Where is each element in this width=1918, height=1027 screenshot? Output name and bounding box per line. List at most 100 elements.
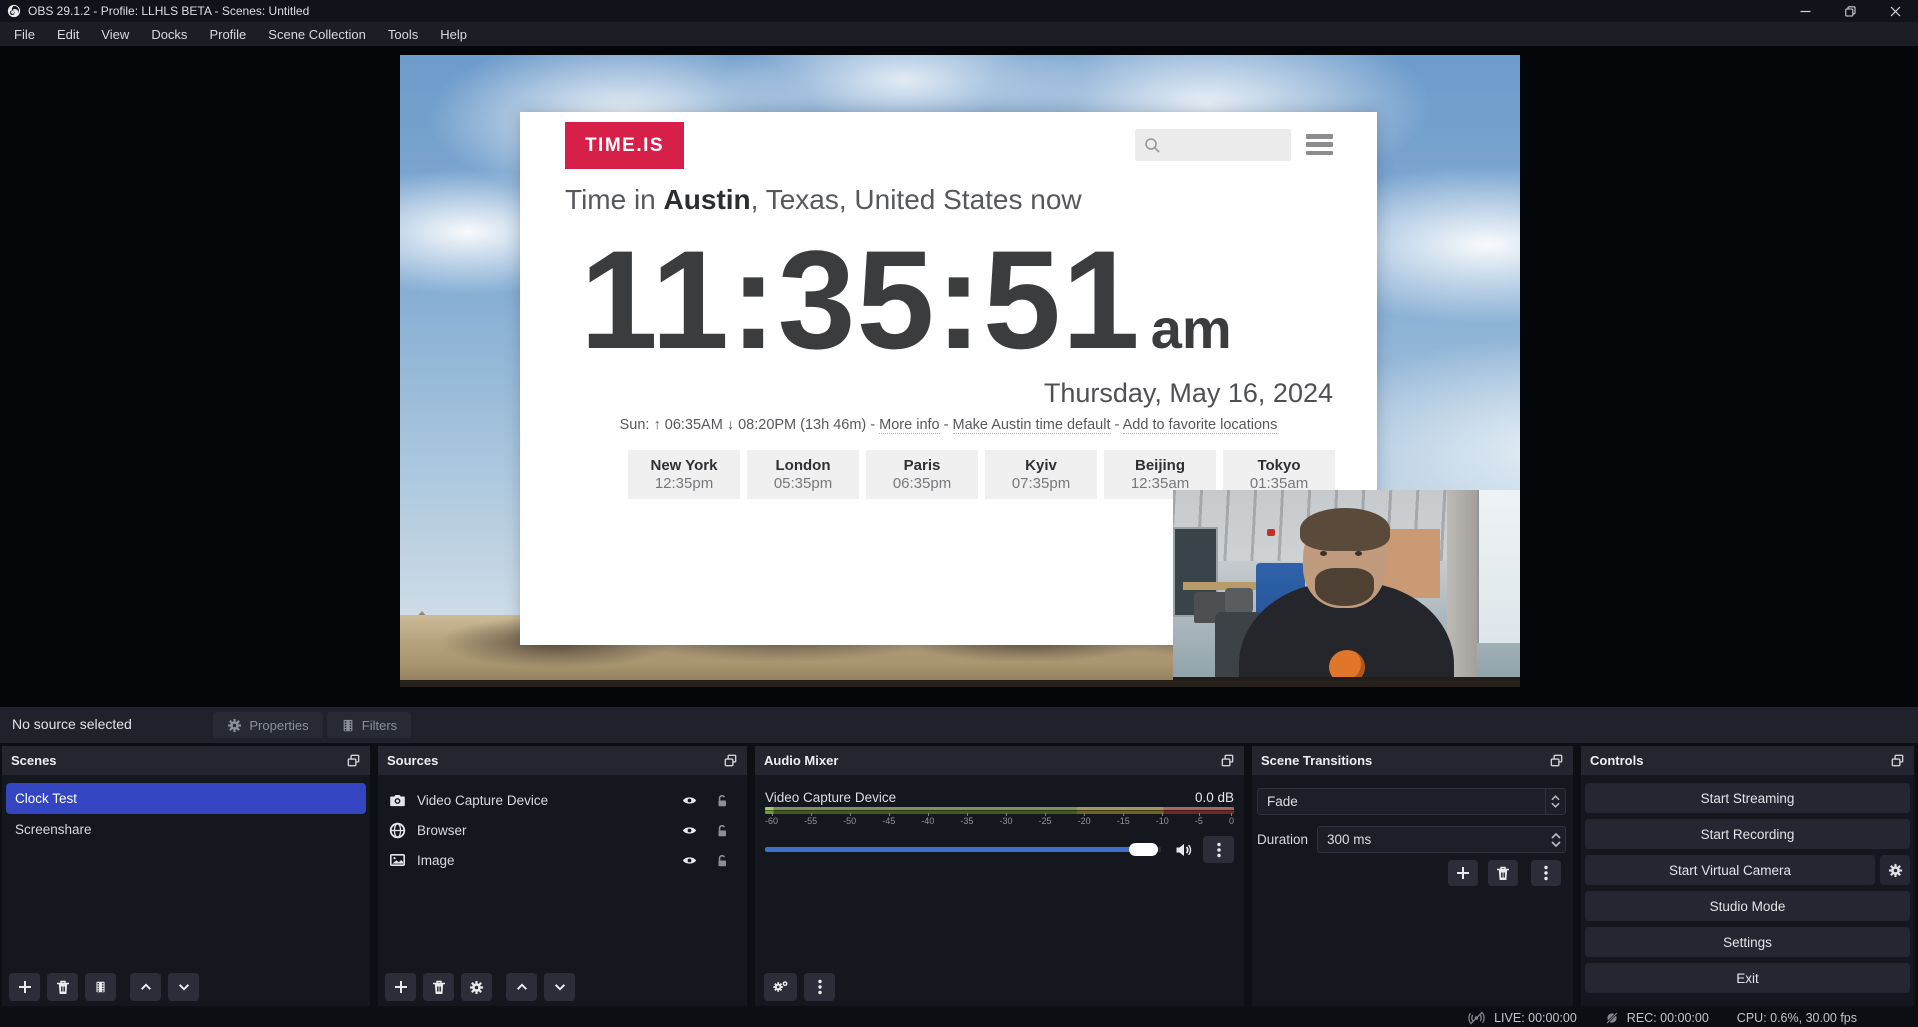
- city-box: New York12:35pm: [628, 450, 740, 499]
- eye-icon[interactable]: [681, 823, 698, 838]
- mixer-channel-menu-button[interactable]: [1203, 836, 1234, 863]
- exit-button[interactable]: Exit: [1585, 963, 1910, 993]
- link-make-default: Make Austin time default: [953, 417, 1111, 434]
- popout-icon: [723, 753, 738, 768]
- menu-profile[interactable]: Profile: [198, 22, 257, 46]
- duration-spinbox[interactable]: 300 ms: [1317, 826, 1566, 853]
- search-icon: [1144, 137, 1161, 154]
- remove-transition-button[interactable]: [1488, 860, 1518, 886]
- minimize-button[interactable]: [1783, 0, 1828, 22]
- spin-down-button[interactable]: [1551, 841, 1561, 847]
- sun-times: Sun: ↑ 06:35AM ↓ 08:20PM (13h 46m) -: [620, 417, 876, 433]
- menu-view[interactable]: View: [90, 22, 140, 46]
- advanced-audio-button[interactable]: [764, 973, 797, 1001]
- mixer-toolbar: [764, 973, 835, 1001]
- filters-icon: [341, 718, 355, 733]
- clock-ampm: am: [1151, 301, 1232, 357]
- menu-file[interactable]: File: [3, 22, 46, 46]
- menu-docks[interactable]: Docks: [140, 22, 198, 46]
- restore-button[interactable]: [1828, 0, 1873, 22]
- mixer-menu-button[interactable]: [804, 973, 835, 1001]
- window-title: OBS 29.1.2 - Profile: LLHLS BETA - Scene…: [28, 4, 309, 18]
- mixer-level-db: 0.0 dB: [1195, 790, 1234, 805]
- globe-icon: [389, 822, 406, 839]
- filters-button[interactable]: Filters: [327, 712, 411, 738]
- obs-logo-icon: [7, 4, 21, 18]
- timeis-sun-line: Sun: ↑ 06:35AM ↓ 08:20PM (13h 46m) - Mor…: [560, 417, 1337, 433]
- eye-icon[interactable]: [681, 853, 698, 868]
- mixer-channel-name: Video Capture Device: [765, 790, 896, 805]
- eye-icon[interactable]: [681, 793, 698, 808]
- webcam-source[interactable]: [1173, 490, 1520, 686]
- cpu-fps-stats: CPU: 0.6%, 30.00 fps: [1737, 1011, 1857, 1025]
- city-box: Paris06:35pm: [866, 450, 978, 499]
- move-scene-up-button[interactable]: [130, 973, 161, 1001]
- rec-time: REC: 00:00:00: [1627, 1011, 1709, 1025]
- source-row-image[interactable]: Image: [378, 845, 747, 875]
- statusbar: LIVE: 00:00:00 REC: 00:00:00 CPU: 0.6%, …: [0, 1009, 1918, 1027]
- source-row-browser[interactable]: Browser: [378, 815, 747, 845]
- start-streaming-button[interactable]: Start Streaming: [1585, 783, 1910, 813]
- speaker-icon[interactable]: [1175, 842, 1193, 858]
- timeis-date: Thursday, May 16, 2024: [1044, 378, 1333, 409]
- move-source-up-button[interactable]: [506, 973, 537, 1001]
- timeis-search-box: [1135, 129, 1291, 161]
- timeis-heading: Time in Austin, Texas, United States now: [565, 184, 1082, 216]
- sources-toolbar: [385, 973, 575, 1001]
- meter-ticks: -60-55-50-45-40-35-30-25-20-15-10-50: [765, 816, 1234, 826]
- transition-select[interactable]: Fade: [1257, 788, 1566, 815]
- menu-scene-collection[interactable]: Scene Collection: [257, 22, 377, 46]
- scene-item-clock-test[interactable]: Clock Test: [6, 783, 366, 814]
- popout-icon: [346, 753, 361, 768]
- controls-header: Controls: [1581, 746, 1914, 775]
- chevron-updown-icon: [1545, 789, 1565, 814]
- audio-mixer-header: Audio Mixer: [755, 746, 1244, 775]
- controls-panel: Controls Start Streaming Start Recording…: [1581, 746, 1914, 1006]
- move-scene-down-button[interactable]: [168, 973, 199, 1001]
- virtual-camera-config-button[interactable]: [1880, 855, 1910, 885]
- scenes-header: Scenes: [2, 746, 370, 775]
- add-scene-button[interactable]: [9, 973, 40, 1001]
- live-time: LIVE: 00:00:00: [1494, 1011, 1577, 1025]
- duration-label: Duration: [1257, 832, 1308, 847]
- studio-mode-button[interactable]: Studio Mode: [1585, 891, 1910, 921]
- unlock-icon[interactable]: [715, 823, 729, 838]
- preview-canvas[interactable]: TIME.IS Time in Austin, Texas, United St…: [400, 55, 1520, 687]
- obs-window: OBS 29.1.2 - Profile: LLHLS BETA - Scene…: [0, 0, 1918, 1027]
- remove-scene-button[interactable]: [47, 973, 78, 1001]
- properties-button[interactable]: Properties: [213, 712, 323, 738]
- menu-edit[interactable]: Edit: [46, 22, 90, 46]
- popout-icon: [1220, 753, 1235, 768]
- remove-source-button[interactable]: [423, 973, 454, 1001]
- move-source-down-button[interactable]: [544, 973, 575, 1001]
- audio-mixer-panel: Audio Mixer Video Capture Device 0.0 dB …: [755, 746, 1244, 1006]
- start-recording-button[interactable]: Start Recording: [1585, 819, 1910, 849]
- volume-slider[interactable]: [765, 847, 1161, 852]
- source-status-label: No source selected: [12, 716, 132, 732]
- source-row-video-capture[interactable]: Video Capture Device: [378, 785, 747, 815]
- gear-icon: [227, 718, 242, 733]
- clock-digits: 11:35:51: [580, 230, 1141, 370]
- close-button[interactable]: [1873, 0, 1918, 22]
- add-transition-button[interactable]: [1448, 860, 1478, 886]
- scene-filters-button[interactable]: [85, 973, 116, 1001]
- unlock-icon[interactable]: [715, 853, 729, 868]
- start-virtual-camera-button[interactable]: Start Virtual Camera: [1585, 855, 1875, 885]
- spin-up-button[interactable]: [1551, 833, 1561, 839]
- unlock-icon[interactable]: [715, 793, 729, 808]
- volume-slider-handle[interactable]: [1129, 843, 1158, 856]
- popout-icon: [1549, 753, 1564, 768]
- menu-help[interactable]: Help: [429, 22, 478, 46]
- scene-item-screenshare[interactable]: Screenshare: [6, 814, 366, 845]
- add-source-button[interactable]: [385, 973, 416, 1001]
- dock-area: Scenes Clock Test Screenshare Sources: [0, 743, 1918, 1009]
- transition-menu-button[interactable]: [1531, 860, 1561, 886]
- live-off-icon: [1467, 1011, 1486, 1025]
- menu-tools[interactable]: Tools: [377, 22, 429, 46]
- link-add-favorite: Add to favorite locations: [1123, 417, 1278, 434]
- settings-button[interactable]: Settings: [1585, 927, 1910, 957]
- timeis-clock: 11:35:51 am: [580, 230, 1232, 370]
- source-properties-button[interactable]: [461, 973, 492, 1001]
- timeis-logo: TIME.IS: [565, 122, 684, 169]
- menu-icon: [1306, 134, 1333, 155]
